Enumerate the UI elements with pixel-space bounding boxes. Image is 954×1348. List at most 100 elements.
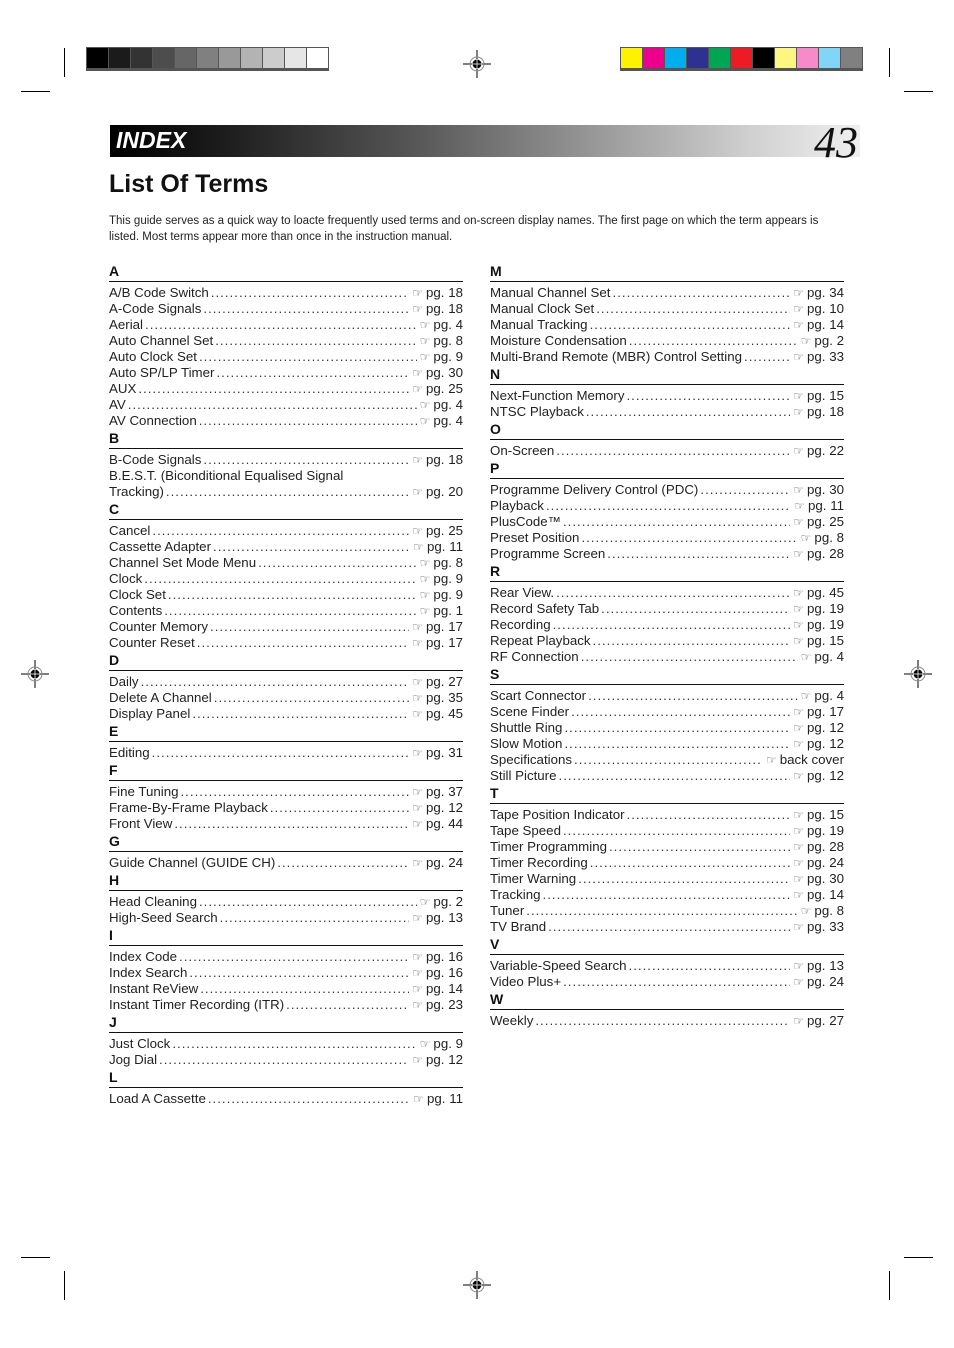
index-entry: Tracking ☞pg. 14: [490, 887, 844, 903]
dot-leader: [286, 997, 409, 1013]
entry-page-ref: pg. 12: [426, 1052, 463, 1067]
section-letter: J: [109, 1013, 463, 1033]
grayscale-swatch: [197, 48, 218, 68]
pointing-hand-icon: ☞: [793, 1014, 805, 1028]
index-entry: NTSC Playback ☞pg. 18: [490, 404, 844, 420]
dot-leader: [571, 704, 790, 720]
pointing-hand-icon: ☞: [794, 499, 806, 513]
crop-mark: [21, 1257, 50, 1258]
entry-term: RF Connection: [490, 649, 579, 664]
index-entry: Tape Position Indicator ☞pg. 15: [490, 807, 844, 823]
pointing-hand-icon: ☞: [419, 318, 431, 332]
pointing-hand-icon: ☞: [412, 691, 424, 705]
dot-leader: [172, 1036, 416, 1052]
index-entry: Index Search ☞pg. 16: [109, 965, 463, 981]
dot-leader: [166, 484, 409, 500]
entry-term: Instant Timer Recording (ITR): [109, 997, 285, 1012]
pointing-hand-icon: ☞: [793, 737, 805, 751]
entry-term: AV Connection: [109, 413, 197, 428]
dot-leader: [553, 617, 791, 633]
index-column-right: MManual Channel Set☞pg. 34Manual Clock S…: [490, 262, 844, 1029]
entry-page-ref: pg. 4: [433, 317, 463, 332]
entry-term: Auto Clock Set: [109, 349, 197, 364]
page-number: 43: [814, 118, 858, 167]
entry-page-ref: pg. 1: [433, 603, 463, 618]
pointing-hand-icon: ☞: [793, 618, 805, 632]
index-entry: Timer Warning ☞pg. 30: [490, 871, 844, 887]
entry-page-ref: pg. 33: [807, 349, 844, 364]
entry-page-ref: pg. 17: [426, 619, 463, 634]
entry-page-ref: pg. 15: [807, 388, 844, 403]
entry-term: Tuner: [490, 903, 525, 918]
entry-term: Aerial: [109, 317, 143, 332]
index-entry: Just Clock ☞pg. 9: [109, 1036, 463, 1052]
index-entry: Scene Finder ☞pg. 17: [490, 704, 844, 720]
grayscale-swatch: [131, 48, 152, 68]
dot-leader: [629, 958, 791, 974]
entry-term: Auto Channel Set: [109, 333, 214, 348]
dot-leader: [700, 482, 790, 498]
index-entry: Cassette Adapter ☞pg. 11: [109, 539, 463, 555]
entry-page-ref: pg. 19: [807, 601, 844, 616]
entry-term: Shuttle Ring: [490, 720, 563, 735]
entry-term: Tape Speed: [490, 823, 561, 838]
entry-page-ref: pg. 25: [426, 381, 463, 396]
entry-page-ref: pg. 37: [426, 784, 463, 799]
index-entry: AV ☞pg. 4: [109, 397, 463, 413]
index-entry: Auto Clock Set ☞pg. 9: [109, 349, 463, 365]
entry-page-ref: pg. 12: [807, 768, 844, 783]
pointing-hand-icon: ☞: [413, 1092, 425, 1106]
entry-page-ref: pg. 10: [807, 301, 844, 316]
dot-leader: [593, 633, 791, 649]
dot-leader: [563, 514, 790, 530]
index-entry: Scart Connector ☞pg. 4: [490, 688, 844, 704]
crop-mark: [904, 1257, 933, 1258]
index-entry: Delete A Channel ☞pg. 35: [109, 690, 463, 706]
pointing-hand-icon: ☞: [793, 547, 805, 561]
index-entry: Front View ☞pg. 44: [109, 816, 463, 832]
entry-page-ref: pg. 9: [433, 587, 463, 602]
color-swatch: [709, 48, 730, 68]
pointing-hand-icon: ☞: [419, 398, 431, 412]
dot-leader: [556, 443, 790, 459]
grayscale-swatch: [87, 48, 108, 68]
entry-page-ref: pg. 45: [426, 706, 463, 721]
dot-leader: [559, 768, 791, 784]
pointing-hand-icon: ☞: [412, 675, 424, 689]
index-entry: Guide Channel (GUIDE CH) ☞pg. 24: [109, 855, 463, 871]
pointing-hand-icon: ☞: [419, 604, 431, 618]
entry-term: Next-Function Memory: [490, 388, 625, 403]
dot-leader: [210, 619, 409, 635]
entry-term: A/B Code Switch: [109, 285, 209, 300]
entry-page-ref: pg. 30: [807, 482, 844, 497]
pointing-hand-icon: ☞: [793, 602, 805, 616]
dot-leader: [277, 855, 409, 871]
section-title: INDEX: [116, 127, 187, 153]
entry-term: Timer Warning: [490, 871, 577, 886]
index-entry: On-Screen ☞pg. 22: [490, 443, 844, 459]
dot-leader: [189, 965, 409, 981]
index-section-c: CCancel☞pg. 25Cassette Adapter☞pg. 11Cha…: [109, 500, 463, 651]
dot-leader: [601, 601, 790, 617]
index-entry: Frame-By-Frame Playback ☞pg. 12: [109, 800, 463, 816]
entry-page-ref: pg. 15: [807, 807, 844, 822]
dot-leader: [215, 333, 416, 349]
pointing-hand-icon: ☞: [793, 769, 805, 783]
pointing-hand-icon: ☞: [800, 334, 812, 348]
dot-leader: [203, 452, 409, 468]
pointing-hand-icon: ☞: [800, 904, 812, 918]
color-swatch: [753, 48, 774, 68]
index-section-e: E Editing ☞pg. 31: [109, 722, 463, 761]
entry-term: Programme Screen: [490, 546, 606, 561]
index-entry: B-Code Signals ☞pg. 18: [109, 452, 463, 468]
grayscale-swatch: [307, 48, 328, 68]
index-entry: Daily ☞pg. 27: [109, 674, 463, 690]
index-entry: Channel Set Mode Menu ☞pg. 8: [109, 555, 463, 571]
dot-leader: [609, 839, 790, 855]
pointing-hand-icon: ☞: [793, 808, 805, 822]
color-swatch: [819, 48, 840, 68]
pointing-hand-icon: ☞: [412, 746, 424, 760]
entry-page-ref: pg. 19: [807, 617, 844, 632]
entry-term: Record Safety Tab: [490, 601, 600, 616]
crop-mark: [904, 91, 933, 92]
